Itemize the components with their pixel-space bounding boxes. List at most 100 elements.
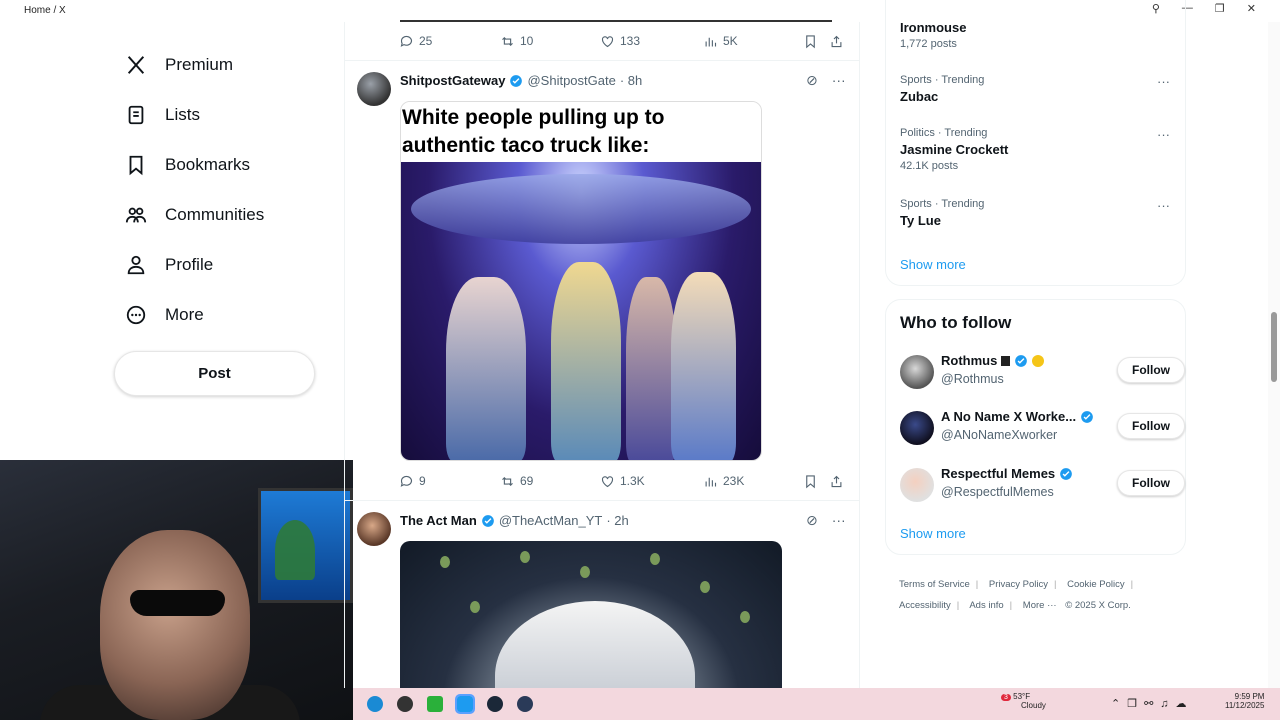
webcam-overlay [0, 460, 353, 720]
nav-item-communities[interactable]: Communities [114, 190, 334, 240]
nav-item-profile[interactable]: Profile [114, 240, 334, 290]
footer-link[interactable]: Ads info [969, 600, 1003, 611]
repost-button[interactable]: 10 [500, 34, 533, 49]
views-icon [705, 477, 717, 486]
grok-icon[interactable]: ⊘ [806, 72, 818, 89]
trend-title: Zubac [900, 89, 939, 104]
footer-link[interactable]: Terms of Service [899, 579, 970, 590]
like-button[interactable]: 133 [600, 34, 640, 49]
more-dots-icon[interactable]: ··· [1157, 74, 1170, 89]
feed-border-left [344, 22, 345, 688]
weather-widget[interactable]: 3 53°F Cloudy [1001, 692, 1046, 710]
weather-temp: 53°F [1013, 692, 1031, 701]
more-dots-icon[interactable]: ··· [1157, 127, 1170, 142]
trend-posts: 42.1K posts [900, 160, 959, 172]
person-head [100, 530, 250, 720]
follow-button[interactable]: Follow [1117, 470, 1185, 496]
repost-button[interactable]: 69 [500, 474, 533, 489]
system-tray-icons[interactable]: ⌃❐⚯♫☁ [1111, 697, 1194, 710]
reply-button[interactable]: 9 [399, 474, 426, 489]
twitter-app-icon[interactable] [455, 694, 475, 714]
nav-item-label: Lists [165, 105, 200, 124]
follow-button[interactable]: Follow [1117, 413, 1185, 439]
more-dots-icon[interactable]: ··· [832, 512, 846, 529]
nav-item-more[interactable]: More [114, 290, 334, 340]
author-handle[interactable]: @TheActMan_YT [499, 513, 603, 528]
author-handle[interactable]: @ShitpostGate [527, 73, 615, 88]
verified-badge-icon [1060, 467, 1072, 480]
follow-suggestion[interactable]: Rothmus @Rothmus Follow [900, 353, 1185, 393]
trend-item[interactable]: Ironmouse 1,772 posts [900, 20, 1180, 50]
reply-button[interactable]: 25 [399, 34, 432, 49]
weather-desc: Cloudy [1021, 701, 1046, 710]
account-name: Rothmus [941, 353, 998, 368]
footer-link[interactable]: More ··· [1023, 600, 1057, 611]
figure-left [446, 277, 526, 460]
footer-links: Terms of Service | Privacy Policy | Cookie… [899, 579, 1134, 611]
trend-title: Jasmine Crockett [900, 142, 1009, 157]
more-dots-icon[interactable]: ··· [1157, 198, 1170, 213]
steam-icon[interactable] [487, 696, 503, 712]
sidebar-nav: Premium Lists Bookmarks Communities Prof… [114, 40, 334, 340]
more-dots-icon[interactable]: ··· [832, 72, 846, 89]
tweet-actions: 25 10 133 5K [399, 31, 844, 51]
restore-icon[interactable]: ❐ [1215, 2, 1225, 15]
footer-link[interactable]: Accessibility [899, 600, 951, 611]
trend-item[interactable]: Politics · Trending Jasmine Crockett 42.… [900, 127, 1180, 172]
clock[interactable]: 9:59 PM 11/12/2025 [1225, 692, 1264, 710]
trends-show-more-link[interactable]: Show more [900, 257, 966, 272]
tweet-time[interactable]: · 8h [620, 73, 642, 88]
account-name-wrap: Respectful Memes [941, 466, 1073, 481]
trend-title: Ironmouse [900, 20, 967, 35]
trend-item[interactable]: Sports · Trending Ty Lue ··· [900, 198, 1180, 228]
figure-back [626, 277, 676, 460]
nav-item-premium[interactable]: Premium [114, 40, 334, 90]
view-count: 23K [723, 474, 745, 488]
trend-item[interactable]: Sports · Trending Zubac ··· [900, 74, 1180, 104]
like-button[interactable]: 1.3K [600, 474, 645, 489]
account-name: Respectful Memes [941, 466, 1056, 481]
post-button[interactable]: Post [114, 351, 315, 396]
grok-icon[interactable]: ⊘ [806, 512, 818, 529]
follow-suggestion[interactable]: Respectful Memes @RespectfulMemes Follow [900, 466, 1185, 506]
bookmark-button[interactable] [803, 474, 818, 489]
tweet-media[interactable] [400, 541, 782, 688]
edge-browser-icon[interactable] [367, 696, 383, 712]
tweet-divider [345, 60, 859, 61]
nav-item-lists[interactable]: Lists [114, 90, 334, 140]
views-button[interactable]: 23K [703, 474, 744, 489]
obs-icon[interactable] [397, 696, 413, 712]
author-name[interactable]: ShitpostGateway [400, 73, 505, 88]
share-icon [831, 475, 842, 487]
share-button[interactable] [829, 34, 844, 49]
page-scrollbar[interactable] [1268, 22, 1280, 688]
share-button[interactable] [829, 474, 844, 489]
tweet-media[interactable]: White people pulling up to authentic tac… [400, 101, 762, 461]
steam-icon-2[interactable] [517, 696, 533, 712]
follow-show-more-link[interactable]: Show more [900, 526, 966, 541]
trend-category: Sports · Trending [900, 74, 985, 86]
list-icon [128, 105, 144, 125]
reply-count: 25 [419, 34, 433, 48]
avatar[interactable] [357, 512, 391, 546]
who-to-follow-panel: Who to follow Rothmus @Rothmus Follow A … [885, 299, 1186, 555]
scrollbar-thumb[interactable] [1271, 312, 1277, 382]
views-button[interactable]: 5K [703, 34, 738, 49]
notification-badge: 3 [1001, 694, 1011, 701]
close-icon[interactable]: ✕ [1247, 2, 1256, 15]
footer-link[interactable]: Privacy Policy [989, 579, 1048, 590]
follow-button[interactable]: Follow [1117, 357, 1185, 383]
view-count: 5K [723, 34, 738, 48]
footer-link[interactable]: Cookie Policy [1067, 579, 1125, 590]
tweet-time[interactable]: · 2h [606, 513, 628, 528]
verified-badge-icon [1081, 410, 1093, 423]
account-name-wrap: Rothmus [941, 353, 1045, 368]
like-count: 1.3K [620, 474, 645, 488]
repost-count: 10 [520, 34, 534, 48]
nav-item-bookmarks[interactable]: Bookmarks [114, 140, 334, 190]
avatar[interactable] [357, 72, 391, 106]
author-name[interactable]: The Act Man [400, 513, 477, 528]
kick-icon[interactable] [427, 696, 443, 712]
follow-suggestion[interactable]: A No Name X Worke... @ANoNameXworker Fol… [900, 409, 1185, 449]
bookmark-button[interactable] [803, 34, 818, 49]
